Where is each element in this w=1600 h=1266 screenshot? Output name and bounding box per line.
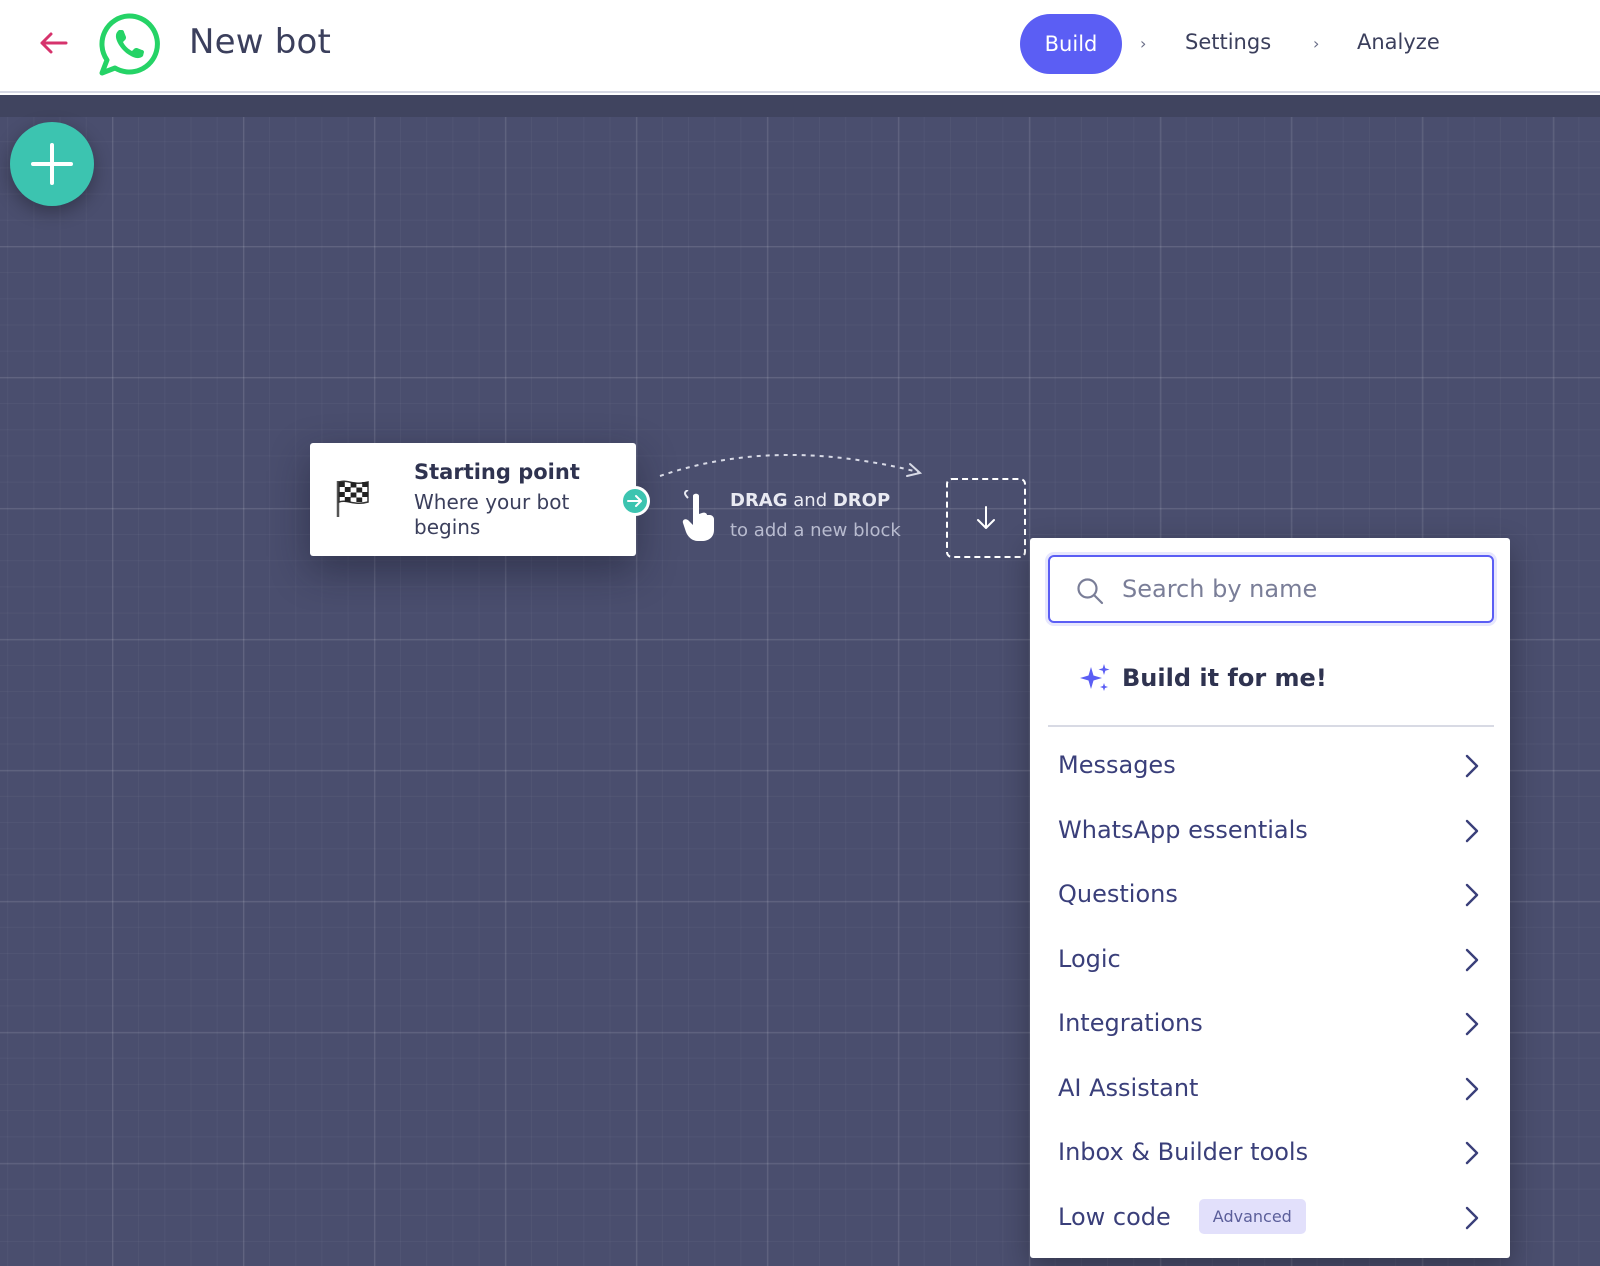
chevron-right-icon <box>1465 1141 1479 1165</box>
category-label: Low code <box>1058 1202 1171 1231</box>
top-header: New bot Build › Settings › Analyze <box>0 0 1600 93</box>
breadcrumb-separator: › <box>1140 34 1147 53</box>
add-block-button[interactable] <box>10 122 94 206</box>
category-integrations[interactable]: Integrations <box>1048 991 1494 1056</box>
plus-icon <box>31 143 73 185</box>
checkered-flag-icon <box>336 480 369 517</box>
category-ai-assistant[interactable]: AI Assistant <box>1048 1056 1494 1121</box>
sparkle-icon <box>1080 664 1110 691</box>
dashed-arc-arrow <box>659 453 923 477</box>
category-label: Messages <box>1058 751 1176 780</box>
chevron-right-icon <box>1465 948 1479 971</box>
arrow-down-icon <box>977 506 995 529</box>
drop-zone[interactable] <box>946 478 1026 558</box>
category-logic[interactable]: Logic <box>1048 927 1494 992</box>
back-button[interactable] <box>36 26 70 60</box>
build-it-for-me-button[interactable]: Build it for me! <box>1078 658 1327 698</box>
breadcrumb-separator: › <box>1313 34 1320 53</box>
category-whatsapp-essentials[interactable]: WhatsApp essentials <box>1048 798 1494 863</box>
drag-hint-subtitle: to add a new block <box>730 520 901 541</box>
block-subtitle: Where your bot begins <box>414 490 570 539</box>
arrow-right-icon <box>627 495 642 507</box>
output-connector[interactable] <box>620 486 650 516</box>
search-input[interactable] <box>1122 557 1482 620</box>
category-inbox-builder-tools[interactable]: Inbox & Builder tools <box>1048 1120 1494 1185</box>
category-list: Messages WhatsApp essentials Questions L… <box>1048 733 1494 1249</box>
block-title: Starting point <box>414 460 580 484</box>
drop-word: DROP <box>832 490 891 511</box>
advanced-badge: Advanced <box>1198 1199 1306 1235</box>
search-icon <box>1077 578 1104 605</box>
divider <box>1048 725 1494 727</box>
whatsapp-logo-icon <box>99 13 160 76</box>
category-label: AI Assistant <box>1058 1073 1199 1102</box>
category-label: Integrations <box>1058 1009 1203 1038</box>
build-it-for-me-label: Build it for me! <box>1122 664 1327 692</box>
page-title: New bot <box>189 22 332 62</box>
chevron-right-icon <box>1465 1206 1479 1229</box>
category-questions[interactable]: Questions <box>1048 862 1494 927</box>
drag-hint-title: DRAG and DROP <box>730 490 890 511</box>
starting-point-block[interactable]: Starting point Where your bot begins <box>310 443 636 556</box>
tab-build[interactable]: Build <box>1020 14 1122 74</box>
drag-word: DRAG <box>730 490 788 511</box>
arrow-left-icon <box>40 32 68 54</box>
chevron-right-icon <box>1465 883 1479 907</box>
block-picker-panel: Build it for me! Messages WhatsApp essen… <box>1030 538 1510 1258</box>
search-box[interactable] <box>1048 555 1494 623</box>
chevron-right-icon <box>1465 819 1479 842</box>
category-label: Logic <box>1058 944 1121 973</box>
tab-settings[interactable]: Settings <box>1185 30 1271 54</box>
category-label: Questions <box>1058 880 1178 909</box>
category-messages[interactable]: Messages <box>1048 733 1494 798</box>
hand-pointer-icon <box>682 490 714 541</box>
canvas-top-strip <box>0 95 1600 117</box>
category-label: Inbox & Builder tools <box>1058 1138 1309 1167</box>
and-word: and <box>793 490 828 511</box>
chevron-right-icon <box>1465 1012 1479 1036</box>
category-label: WhatsApp essentials <box>1058 815 1308 844</box>
category-low-code[interactable]: Low code Advanced <box>1048 1185 1494 1250</box>
chevron-right-icon <box>1465 754 1479 778</box>
tab-analyze[interactable]: Analyze <box>1357 30 1440 54</box>
chevron-right-icon <box>1465 1077 1479 1100</box>
